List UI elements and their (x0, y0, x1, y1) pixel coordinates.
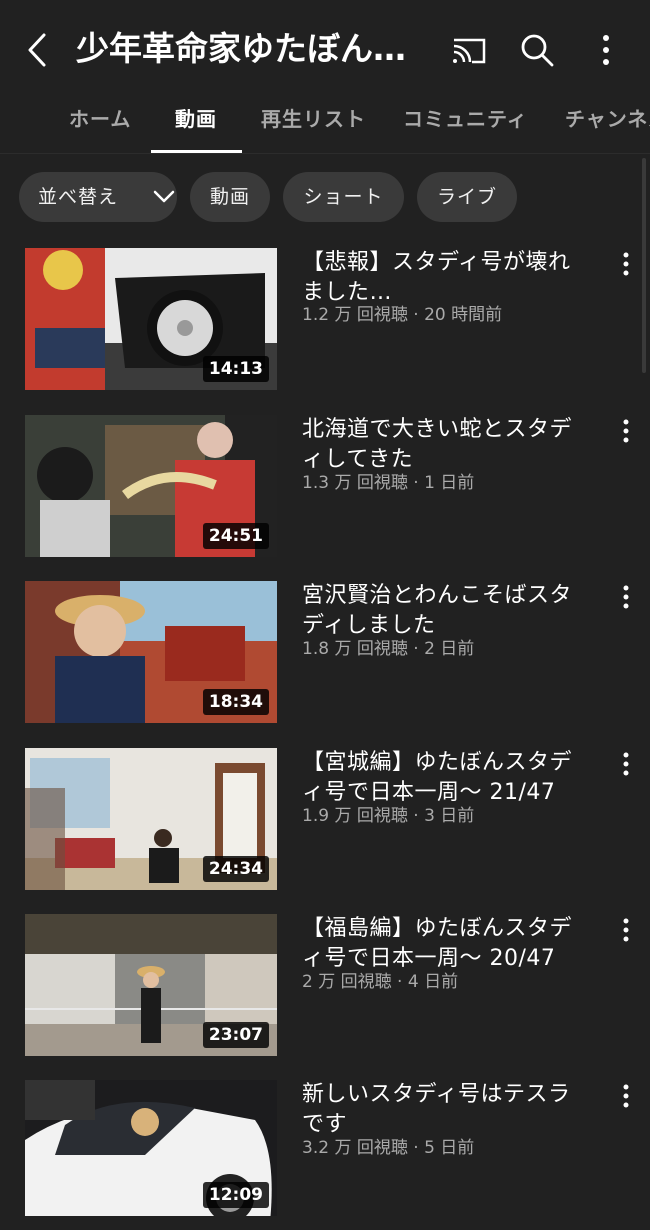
more-vert-icon (623, 918, 629, 942)
search-icon (521, 34, 554, 67)
video-list-item[interactable]: 24:51 北海道で大きい蛇とスタディしてきた 1.3 万 回視聴 · 1 日前 (0, 415, 650, 565)
video-thumbnail[interactable]: 23:07 (25, 914, 277, 1056)
cast-icon (453, 38, 486, 64)
video-views: 1.9 万 回視聴 (302, 806, 408, 826)
sort-chip[interactable]: 並べ替え (19, 172, 177, 222)
video-title[interactable]: 【宮城編】ゆたぼんスタディ号で日本一周〜 21/47 (302, 748, 592, 808)
video-list-item[interactable]: 18:34 宮沢賢治とわんこそばスタディしました 1.8 万 回視聴 · 2 日… (0, 581, 650, 731)
video-list-item[interactable]: 23:07 【福島編】ゆたぼんスタディ号で日本一周〜 20/47 2 万 回視聴… (0, 914, 650, 1064)
video-list-item[interactable]: 12:09 新しいスタディ号はテスラです 3.2 万 回視聴 · 5 日前 (0, 1080, 650, 1230)
video-title[interactable]: 北海道で大きい蛇とスタディしてきた (302, 415, 592, 475)
video-age: 2 日前 (424, 639, 475, 659)
tab-home[interactable]: ホーム (69, 96, 131, 152)
meta-separator: · (407, 1138, 425, 1158)
video-duration: 14:13 (202, 356, 269, 382)
meta-separator: · (407, 473, 425, 493)
video-more-button[interactable] (612, 1082, 640, 1110)
cast-button[interactable] (446, 28, 490, 72)
video-more-button[interactable] (612, 417, 640, 445)
video-metadata: 1.8 万 回視聴 · 2 日前 (302, 637, 602, 661)
video-views: 3.2 万 回視聴 (302, 1138, 408, 1158)
video-metadata: 1.2 万 回視聴 · 20 時間前 (302, 303, 602, 327)
meta-separator: · (391, 972, 408, 992)
more-options-button[interactable] (586, 28, 630, 72)
video-more-button[interactable] (612, 250, 640, 278)
video-duration: 18:34 (202, 689, 269, 715)
more-vert-icon (623, 252, 629, 276)
video-age: 20 時間前 (424, 305, 503, 325)
tab-community[interactable]: コミュニティ (403, 96, 528, 152)
search-button[interactable] (515, 28, 559, 72)
back-arrow-icon (28, 33, 46, 67)
video-list-item[interactable]: 24:34 【宮城編】ゆたぼんスタディ号で日本一周〜 21/47 1.9 万 回… (0, 748, 650, 898)
video-metadata: 1.3 万 回視聴 · 1 日前 (302, 471, 602, 495)
video-title[interactable]: 新しいスタディ号はテスラです (302, 1080, 592, 1140)
back-button[interactable] (18, 30, 58, 70)
video-title[interactable]: 【福島編】ゆたぼんスタディ号で日本一周〜 20/47 (302, 914, 592, 974)
video-thumbnail[interactable]: 24:34 (25, 748, 277, 890)
video-thumbnail[interactable]: 18:34 (25, 581, 277, 723)
meta-separator: · (407, 806, 425, 826)
video-metadata: 1.9 万 回視聴 · 3 日前 (302, 804, 602, 828)
tab-playlists[interactable]: 再生リスト (261, 96, 366, 152)
video-more-button[interactable] (612, 916, 640, 944)
video-duration: 23:07 (202, 1022, 269, 1048)
more-vert-icon (623, 585, 629, 609)
video-title[interactable]: 宮沢賢治とわんこそばスタディしました (302, 581, 592, 641)
video-metadata: 2 万 回視聴 · 4 日前 (302, 970, 602, 994)
video-views: 2 万 回視聴 (302, 972, 392, 992)
video-list-item[interactable]: 14:13 【悲報】スタディ号が壊れました… 1.2 万 回視聴 · 20 時間… (0, 248, 650, 398)
chevron-down-icon (153, 190, 175, 203)
video-metadata: 3.2 万 回視聴 · 5 日前 (302, 1136, 602, 1160)
video-age: 3 日前 (424, 806, 475, 826)
channel-title: 少年革命家ゆたぼん… (76, 29, 406, 68)
sort-chip-label: 並べ替え (38, 186, 119, 208)
video-age: 5 日前 (424, 1138, 475, 1158)
more-vert-icon (603, 35, 609, 65)
meta-separator: · (407, 305, 425, 325)
filter-chip-live[interactable]: ライブ (417, 172, 517, 222)
tab-channels[interactable]: チャンネル (565, 96, 650, 152)
video-age: 1 日前 (424, 473, 475, 493)
video-thumbnail[interactable]: 24:51 (25, 415, 277, 557)
video-views: 1.3 万 回視聴 (302, 473, 408, 493)
meta-separator: · (407, 639, 425, 659)
more-vert-icon (623, 752, 629, 776)
video-more-button[interactable] (612, 583, 640, 611)
channel-tabs: ホーム 動画 再生リスト コミュニティ チャンネル (0, 96, 650, 154)
video-views: 1.2 万 回視聴 (302, 305, 408, 325)
video-duration: 24:51 (202, 523, 269, 549)
tab-videos[interactable]: 動画 (175, 96, 217, 152)
app-header: 少年革命家ゆたぼん… (0, 0, 650, 100)
video-thumbnail[interactable]: 14:13 (25, 248, 277, 390)
video-thumbnail[interactable]: 12:09 (25, 1080, 277, 1216)
video-views: 1.8 万 回視聴 (302, 639, 408, 659)
filter-chip-shorts[interactable]: ショート (283, 172, 404, 222)
video-duration: 24:34 (202, 856, 269, 882)
video-title[interactable]: 【悲報】スタディ号が壊れました… (302, 248, 592, 308)
filter-chip-videos[interactable]: 動画 (190, 172, 270, 222)
video-more-button[interactable] (612, 750, 640, 778)
tabs-divider (0, 153, 650, 154)
more-vert-icon (623, 1084, 629, 1108)
video-duration: 12:09 (202, 1182, 269, 1208)
more-vert-icon (623, 419, 629, 443)
video-age: 4 日前 (407, 972, 459, 992)
